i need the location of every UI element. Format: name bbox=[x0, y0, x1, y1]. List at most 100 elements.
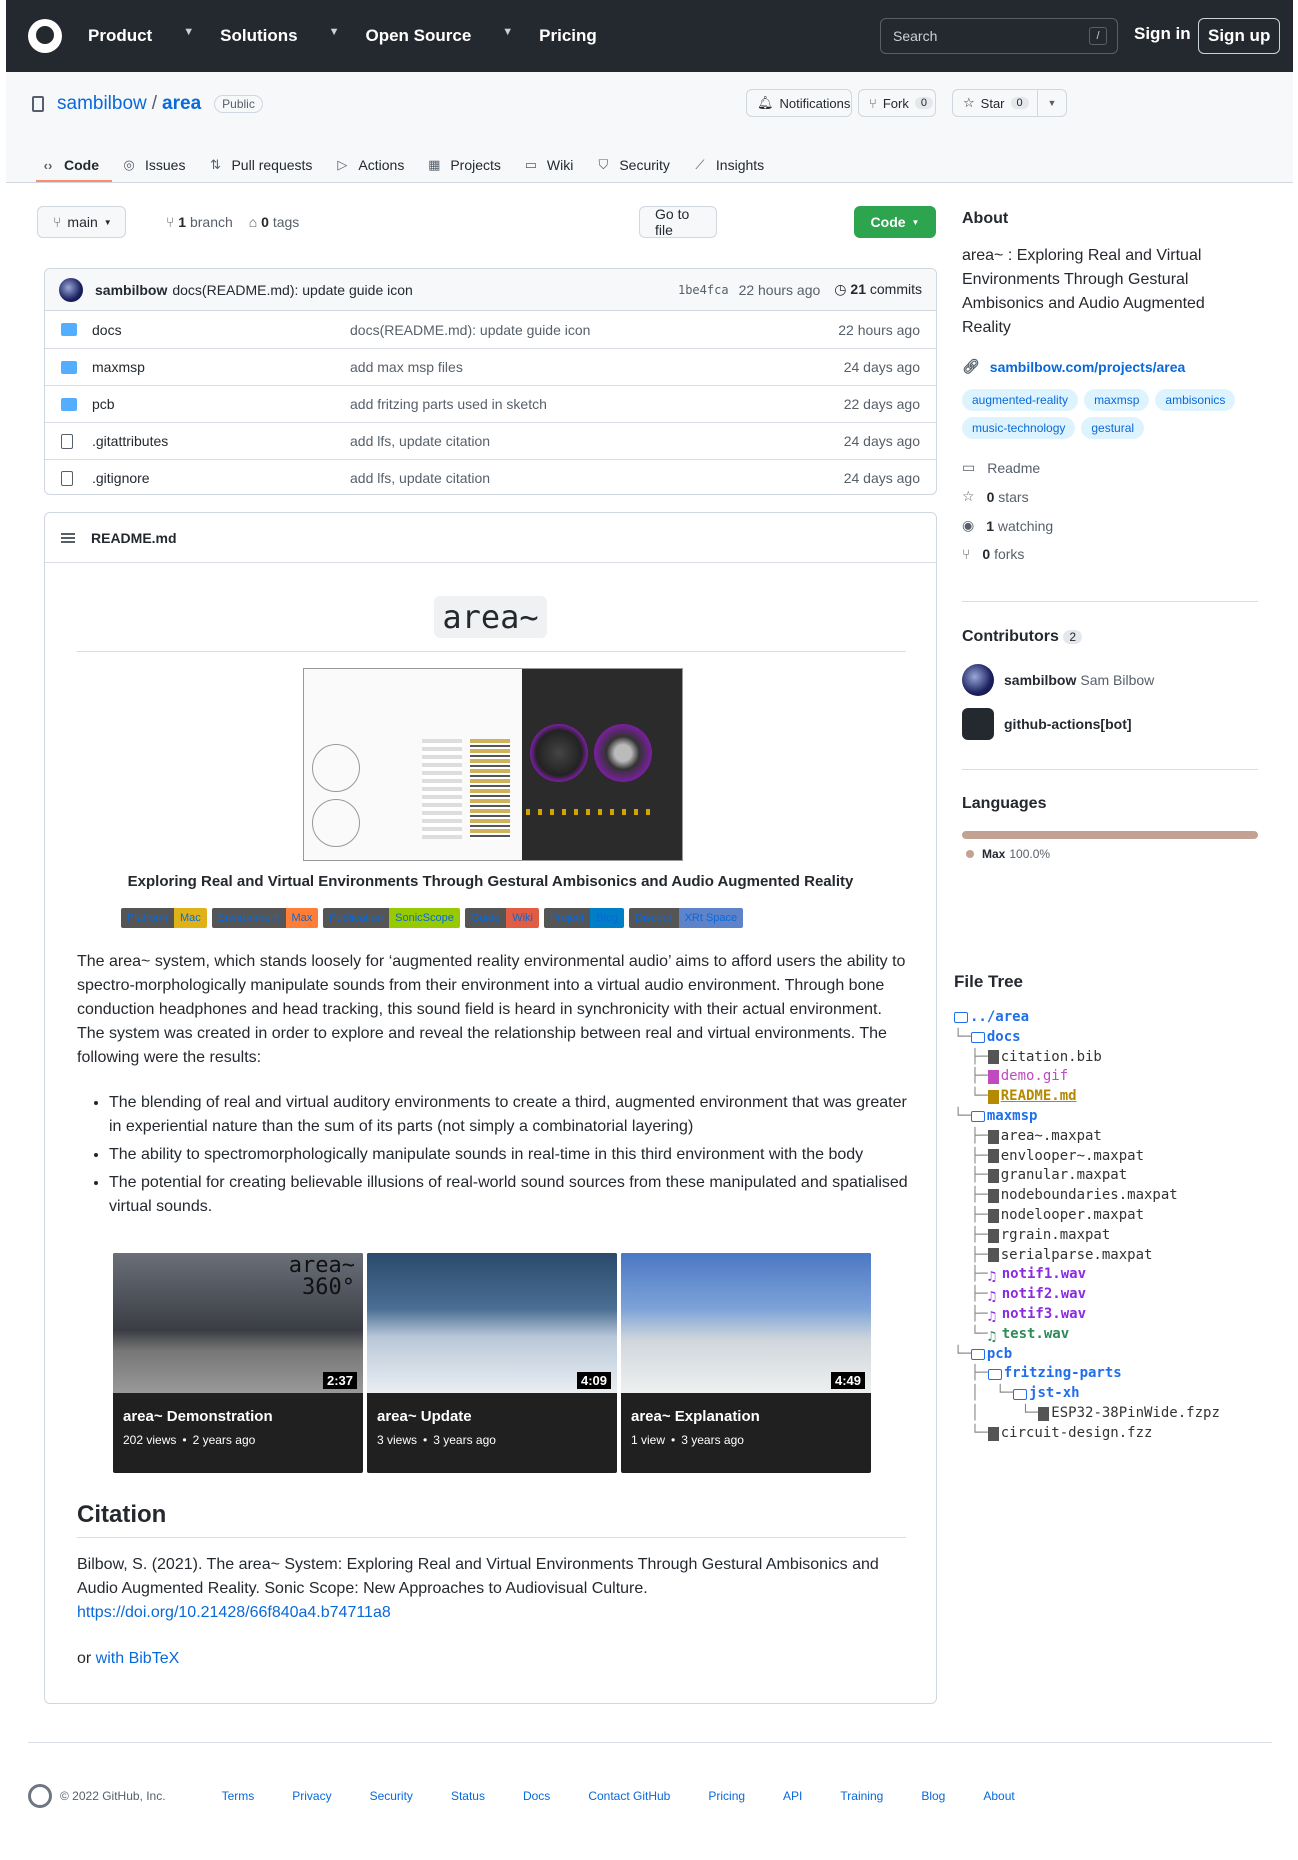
thumbnail-overlay-text: area~ 360° bbox=[288, 1253, 355, 1300]
footer-link-security[interactable]: Security bbox=[370, 1789, 413, 1803]
video-title[interactable]: area~ Explanation bbox=[621, 1393, 871, 1433]
search-input[interactable]: Search / bbox=[880, 18, 1118, 54]
commits-link[interactable]: ◷ 21 commits bbox=[834, 281, 922, 298]
star-dropdown-button[interactable]: ▼ bbox=[1037, 89, 1067, 117]
tab-wiki[interactable]: ▭ Wiki bbox=[523, 148, 574, 182]
video-duration: 4:09 bbox=[576, 1372, 611, 1389]
file-icon bbox=[987, 1208, 999, 1223]
footer-link-blog[interactable]: Blog bbox=[921, 1789, 945, 1803]
repo-owner-link[interactable]: sambilbow bbox=[57, 93, 147, 115]
branch-select[interactable]: ⑂ main ▼ bbox=[37, 206, 126, 238]
tab-code[interactable]: ‹› Code bbox=[40, 148, 99, 182]
badge-platform[interactable]: Platform Mac bbox=[121, 908, 207, 928]
tab-projects[interactable]: ▦ Projects bbox=[426, 148, 501, 182]
doi-link[interactable]: https://doi.org/10.21428/66f840a4.b74711… bbox=[77, 1604, 391, 1621]
file-icon bbox=[987, 1189, 999, 1204]
badge-project[interactable]: Project Blog bbox=[543, 908, 625, 928]
video-meta: 202 views • 2 years ago bbox=[123, 1433, 256, 1447]
video-title[interactable]: area~ Update bbox=[367, 1393, 617, 1433]
folder-open-icon bbox=[970, 1111, 985, 1123]
file-name-link[interactable]: docs bbox=[92, 322, 350, 338]
badge-environment[interactable]: Environment Max bbox=[211, 908, 319, 928]
code-button[interactable]: Code ▼ bbox=[854, 206, 936, 238]
tab-actions[interactable]: ▷ Actions bbox=[334, 148, 404, 182]
tree-item: ├─ demo.gif bbox=[954, 1068, 1069, 1085]
file-commit-link[interactable]: add max msp files bbox=[350, 359, 844, 375]
video-thumbnail[interactable]: area~ 360° 2:37 bbox=[113, 1253, 363, 1393]
notifications-button[interactable]: 🔔︎ Notifications bbox=[746, 89, 852, 117]
contributor-row[interactable]: github-actions[bot] bbox=[962, 708, 1258, 740]
list-icon[interactable] bbox=[61, 532, 75, 543]
footer-link-pricing[interactable]: Pricing bbox=[708, 1789, 745, 1803]
branches-link[interactable]: ⑂ 1 branch bbox=[166, 214, 233, 230]
footer-link-privacy[interactable]: Privacy bbox=[292, 1789, 331, 1803]
file-name-link[interactable]: .gitattributes bbox=[92, 433, 350, 449]
sign-up-button[interactable]: Sign up bbox=[1198, 18, 1281, 54]
github-logo-icon[interactable] bbox=[28, 19, 62, 53]
video-card[interactable]: 4:49 area~ Explanation 1 view • 3 years ago bbox=[621, 1253, 871, 1473]
video-card[interactable]: 4:09 area~ Update 3 views • 3 years ago bbox=[367, 1253, 617, 1473]
file-name-link[interactable]: pcb bbox=[92, 396, 350, 412]
file-commit-link[interactable]: add lfs, update citation bbox=[350, 470, 844, 486]
nav-pricing[interactable]: Pricing bbox=[539, 26, 597, 46]
star-button[interactable]: ☆ Star 0 bbox=[952, 89, 1038, 117]
go-to-file-button[interactable]: Go to file bbox=[639, 206, 717, 238]
footer-link-training[interactable]: Training bbox=[840, 1789, 883, 1803]
title-divider bbox=[77, 651, 906, 652]
max-patch-screenshot[interactable] bbox=[303, 668, 683, 861]
file-commit-link[interactable]: add lfs, update citation bbox=[350, 433, 844, 449]
sign-in-link[interactable]: Sign in bbox=[1134, 24, 1191, 44]
tab-insights[interactable]: ⟋ Insights bbox=[692, 148, 764, 182]
footer-link-api[interactable]: API bbox=[783, 1789, 802, 1803]
video-card[interactable]: area~ 360° 2:37 area~ Demonstration 202 view… bbox=[113, 1253, 363, 1473]
file-icon bbox=[1038, 1406, 1050, 1421]
tab-issues[interactable]: ◎ Issues bbox=[121, 148, 185, 182]
topic-tag[interactable]: music-technology bbox=[962, 417, 1076, 439]
file-icon bbox=[987, 1050, 999, 1065]
video-thumbnail[interactable]: 4:09 bbox=[367, 1253, 617, 1393]
badge-guide[interactable]: Guide Wiki bbox=[464, 908, 539, 928]
languages-section: Languages Max 100.0% bbox=[962, 795, 1258, 861]
footer-link-contact-github[interactable]: Contact GitHub bbox=[588, 1789, 670, 1803]
topic-tag[interactable]: augmented-reality bbox=[962, 389, 1079, 411]
avatar[interactable] bbox=[59, 277, 83, 302]
repo-icon bbox=[32, 96, 44, 112]
badge-publication[interactable]: Publication SonicScope bbox=[323, 908, 460, 928]
topic-tag[interactable]: gestural bbox=[1081, 417, 1145, 439]
nav-solutions[interactable]: Solutions bbox=[220, 26, 297, 46]
repo-name-link[interactable]: area bbox=[162, 93, 201, 115]
tab-pull-requests[interactable]: ⇅ Pull requests bbox=[207, 148, 312, 182]
tag-icon: ⌂ bbox=[248, 214, 262, 230]
readme-link[interactable]: ▭ Readme bbox=[962, 459, 1258, 476]
commit-message-link[interactable]: docs(README.md): update guide icon bbox=[172, 282, 412, 298]
file-commit-link[interactable]: docs(README.md): update guide icon bbox=[350, 322, 838, 338]
topic-tag[interactable]: maxmsp bbox=[1084, 389, 1150, 411]
nav-open-source[interactable]: Open Source bbox=[365, 26, 471, 46]
tab-security[interactable]: ⛉ Security bbox=[595, 148, 669, 182]
language-legend[interactable]: Max 100.0% bbox=[962, 847, 1258, 861]
github-logo-icon[interactable] bbox=[28, 1784, 52, 1808]
homepage-link[interactable]: 🔗︎ sambilbow.com/projects/area bbox=[962, 358, 1258, 375]
watchers-link[interactable]: ◉ 1 watching bbox=[962, 517, 1258, 534]
commit-author-link[interactable]: sambilbow bbox=[95, 282, 167, 298]
tags-link[interactable]: ⌂ 0 tags bbox=[249, 214, 300, 230]
footer-link-about[interactable]: About bbox=[983, 1789, 1014, 1803]
badge-discord[interactable]: Discord XRt Space bbox=[629, 908, 744, 928]
footer-link-docs[interactable]: Docs bbox=[523, 1789, 550, 1803]
file-name-link[interactable]: maxmsp bbox=[92, 359, 350, 375]
commit-sha-link[interactable]: 1be4fca bbox=[678, 283, 729, 297]
language-color-dot bbox=[966, 850, 974, 858]
bibtex-link[interactable]: with BibTeX bbox=[96, 1650, 180, 1667]
file-commit-link[interactable]: add fritzing parts used in sketch bbox=[350, 396, 844, 412]
file-name-link[interactable]: .gitignore bbox=[92, 470, 350, 486]
fork-button[interactable]: ⑂ Fork 0 bbox=[858, 89, 936, 117]
footer-link-terms[interactable]: Terms bbox=[222, 1789, 255, 1803]
footer-link-status[interactable]: Status bbox=[451, 1789, 485, 1803]
nav-product[interactable]: Product bbox=[88, 26, 152, 46]
contributor-row[interactable]: sambilbow Sam Bilbow bbox=[962, 664, 1258, 696]
video-thumbnail[interactable]: 4:49 bbox=[621, 1253, 871, 1393]
topic-tag[interactable]: ambisonics bbox=[1155, 389, 1236, 411]
stars-link[interactable]: ☆ 0 stars bbox=[962, 488, 1258, 505]
video-title[interactable]: area~ Demonstration bbox=[113, 1393, 363, 1433]
forks-link[interactable]: ⑂ 0 forks bbox=[962, 546, 1258, 562]
